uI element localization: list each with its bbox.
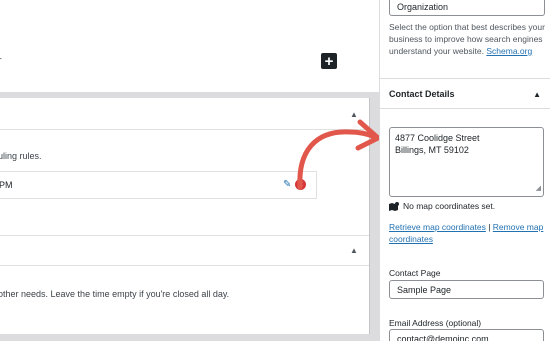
address-line-1: 4877 Coolidge Street — [395, 133, 480, 143]
annotation-arrow — [297, 119, 379, 190]
link-separator: | — [485, 222, 493, 232]
rules-text: uling rules. — [0, 151, 42, 161]
other-needs-text: other needs. Leave the time empty if you… — [0, 289, 230, 299]
map-status: No map coordinates set. — [389, 201, 495, 211]
contact-page-select[interactable]: Sample Page — [389, 280, 544, 299]
map-links: Retrieve map coordinates | Remove map co… — [389, 221, 549, 245]
map-status-text: No map coordinates set. — [403, 201, 496, 211]
panel-header-2[interactable]: ▲ — [0, 236, 369, 266]
business-type-help: Select the option that best describes yo… — [389, 21, 549, 57]
contact-details-header[interactable]: Contact Details ▲ — [380, 78, 550, 109]
email-field[interactable]: contact@demoinc.com — [389, 329, 544, 341]
top-strip: r + — [0, 0, 379, 92]
contact-page-label: Contact Page — [389, 268, 441, 278]
schedule-row: PM ✎ × — [0, 171, 317, 199]
collapse-caret-icon[interactable]: ▲ — [350, 246, 358, 255]
add-block-button[interactable]: + — [321, 53, 337, 69]
main-content: r + ▲ uling rules. PM ✎ × ▲ other needs.… — [0, 0, 379, 341]
business-type-select[interactable]: Organization — [389, 0, 545, 16]
schedule-time: PM — [0, 180, 13, 190]
schema-link[interactable]: Schema.org — [486, 46, 532, 56]
retrieve-coordinates-link[interactable]: Retrieve map coordinates — [389, 222, 486, 232]
map-icon — [389, 201, 400, 211]
section-title: Contact Details — [389, 89, 455, 99]
settings-sidebar: Organization Select the option that best… — [379, 0, 550, 341]
collapse-caret-icon[interactable]: ▲ — [533, 90, 541, 99]
truncated-label: r — [0, 55, 2, 67]
resize-handle-icon[interactable]: ◢ — [536, 183, 541, 195]
address-textarea[interactable]: 4877 Coolidge Street Billings, MT 59102 … — [389, 127, 544, 197]
address-line-2: Billings, MT 59102 — [395, 145, 469, 155]
email-label: Email Address (optional) — [389, 318, 482, 328]
